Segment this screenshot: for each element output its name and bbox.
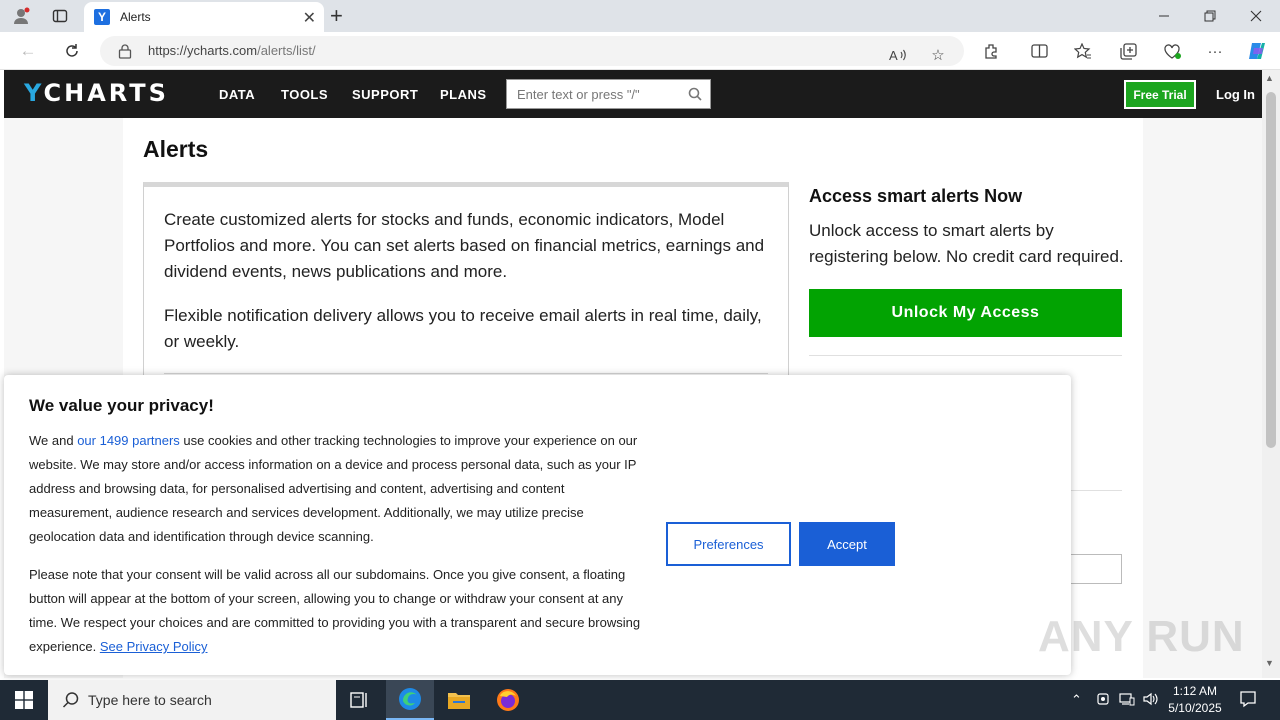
cta-title: Access smart alerts Now bbox=[809, 186, 1023, 206]
file-explorer-icon[interactable] bbox=[435, 680, 483, 720]
divider bbox=[809, 355, 1122, 356]
ycharts-favicon-icon: Y bbox=[94, 9, 110, 25]
split-screen-icon[interactable] bbox=[1027, 39, 1051, 63]
scrollbar-thumb[interactable] bbox=[1266, 92, 1276, 448]
back-icon[interactable]: ← bbox=[15, 39, 41, 63]
url-base: https://ycharts.com bbox=[148, 43, 258, 58]
ycharts-logo[interactable]: YCHARTS bbox=[24, 79, 169, 107]
show-hidden-icons-icon[interactable]: ⌃ bbox=[1071, 692, 1082, 708]
nav-data[interactable]: DATA bbox=[219, 87, 255, 102]
tab-title: Alerts bbox=[120, 10, 151, 24]
minimize-icon[interactable] bbox=[1142, 4, 1186, 28]
nav-support[interactable]: SUPPORT bbox=[352, 87, 418, 102]
page-scrollbar[interactable]: ▲ ▼ bbox=[1262, 70, 1280, 678]
refresh-icon[interactable] bbox=[59, 39, 85, 63]
cookie-consent-banner: We value your privacy! We and our 1499 p… bbox=[4, 375, 1071, 675]
taskbar-search-box[interactable]: Type here to search bbox=[48, 680, 336, 720]
clock-time: 1:12 AM bbox=[1172, 684, 1218, 698]
extensions-icon[interactable] bbox=[979, 39, 1003, 63]
close-tab-icon[interactable]: ✕ bbox=[303, 8, 316, 28]
address-bar-row: ← https://ycharts.com/alerts/list/ A ☆ ·… bbox=[0, 32, 1280, 70]
logo-text: CHARTS bbox=[43, 79, 169, 107]
search-icon[interactable] bbox=[688, 87, 702, 101]
url-field[interactable]: https://ycharts.com/alerts/list/ A ☆ bbox=[100, 36, 964, 66]
network-icon[interactable] bbox=[1119, 692, 1135, 709]
site-header: YCHARTS DATA TOOLS SUPPORT PLANS Free Tr… bbox=[4, 70, 1262, 118]
unlock-access-button[interactable]: Unlock My Access bbox=[809, 289, 1122, 337]
logo-y: Y bbox=[24, 79, 44, 107]
privacy-policy-link[interactable]: See Privacy Policy bbox=[100, 639, 208, 654]
meet-now-icon[interactable] bbox=[1096, 692, 1110, 709]
login-link[interactable]: Log In bbox=[1216, 87, 1255, 102]
divider bbox=[164, 373, 768, 374]
notifications-icon[interactable] bbox=[1239, 690, 1257, 711]
restore-icon[interactable] bbox=[1188, 4, 1232, 28]
free-trial-button[interactable]: Free Trial bbox=[1124, 80, 1196, 109]
edge-taskbar-icon[interactable] bbox=[386, 680, 434, 720]
new-tab-icon[interactable]: + bbox=[330, 3, 343, 29]
more-menu-icon[interactable]: ··· bbox=[1203, 39, 1227, 63]
url-text: https://ycharts.com/alerts/list/ bbox=[148, 43, 316, 58]
read-aloud-icon[interactable]: A bbox=[886, 43, 910, 67]
clock-date: 5/10/2025 bbox=[1168, 701, 1222, 715]
cookie-text-before: We and bbox=[29, 433, 78, 448]
close-window-icon[interactable] bbox=[1234, 4, 1278, 28]
windows-taskbar: Type here to search ⌃ 1:12 AM 5/10/2025 bbox=[0, 680, 1280, 720]
firefox-icon[interactable] bbox=[484, 680, 532, 720]
volume-icon[interactable] bbox=[1143, 692, 1159, 709]
tab-actions-icon[interactable] bbox=[47, 4, 73, 28]
windows-start-icon[interactable] bbox=[0, 680, 48, 720]
lock-icon[interactable] bbox=[118, 43, 132, 59]
url-path: /alerts/list/ bbox=[257, 43, 316, 58]
nav-tools[interactable]: TOOLS bbox=[281, 87, 328, 102]
tab-alerts[interactable]: Y Alerts ✕ bbox=[84, 2, 324, 32]
page-title: Alerts bbox=[143, 136, 209, 162]
taskbar-search-placeholder: Type here to search bbox=[88, 692, 212, 708]
favorite-star-icon[interactable]: ☆ bbox=[926, 43, 950, 67]
copilot-icon[interactable] bbox=[1245, 39, 1269, 63]
cta-description: Unlock access to smart alerts by registe… bbox=[809, 221, 1124, 266]
task-view-icon[interactable] bbox=[336, 680, 384, 720]
cookie-paragraph-1: We and our 1499 partners use cookies and… bbox=[29, 429, 644, 549]
site-search bbox=[506, 79, 711, 109]
cookie-paragraph-2: Please note that your consent will be va… bbox=[29, 563, 644, 659]
site-search-input[interactable] bbox=[507, 80, 677, 108]
partners-link[interactable]: our 1499 partners bbox=[77, 433, 180, 448]
scroll-down-arrow-icon[interactable]: ▼ bbox=[1265, 658, 1274, 668]
svg-text:A: A bbox=[889, 48, 898, 63]
system-clock[interactable]: 1:12 AM 5/10/2025 bbox=[1160, 683, 1230, 717]
cookie-text-after: use cookies and other tracking technolog… bbox=[29, 433, 638, 544]
favorites-icon[interactable] bbox=[1071, 39, 1095, 63]
search-icon bbox=[62, 692, 79, 708]
accept-button[interactable]: Accept bbox=[799, 522, 895, 566]
intro-paragraph-2: Flexible notification delivery allows yo… bbox=[164, 306, 762, 351]
browser-essentials-icon[interactable] bbox=[1160, 39, 1184, 63]
preferences-button[interactable]: Preferences bbox=[666, 522, 791, 566]
watermark: ANY RUN bbox=[1038, 612, 1245, 661]
browser-tab-bar: Y Alerts ✕ + bbox=[0, 0, 1280, 32]
collections-icon[interactable] bbox=[1116, 39, 1140, 63]
profile-icon[interactable] bbox=[8, 4, 34, 28]
nav-plans[interactable]: PLANS bbox=[440, 87, 487, 102]
cookie-title: We value your privacy! bbox=[29, 396, 214, 415]
scroll-up-arrow-icon[interactable]: ▲ bbox=[1265, 73, 1274, 83]
intro-paragraph-1: Create customized alerts for stocks and … bbox=[164, 210, 765, 281]
